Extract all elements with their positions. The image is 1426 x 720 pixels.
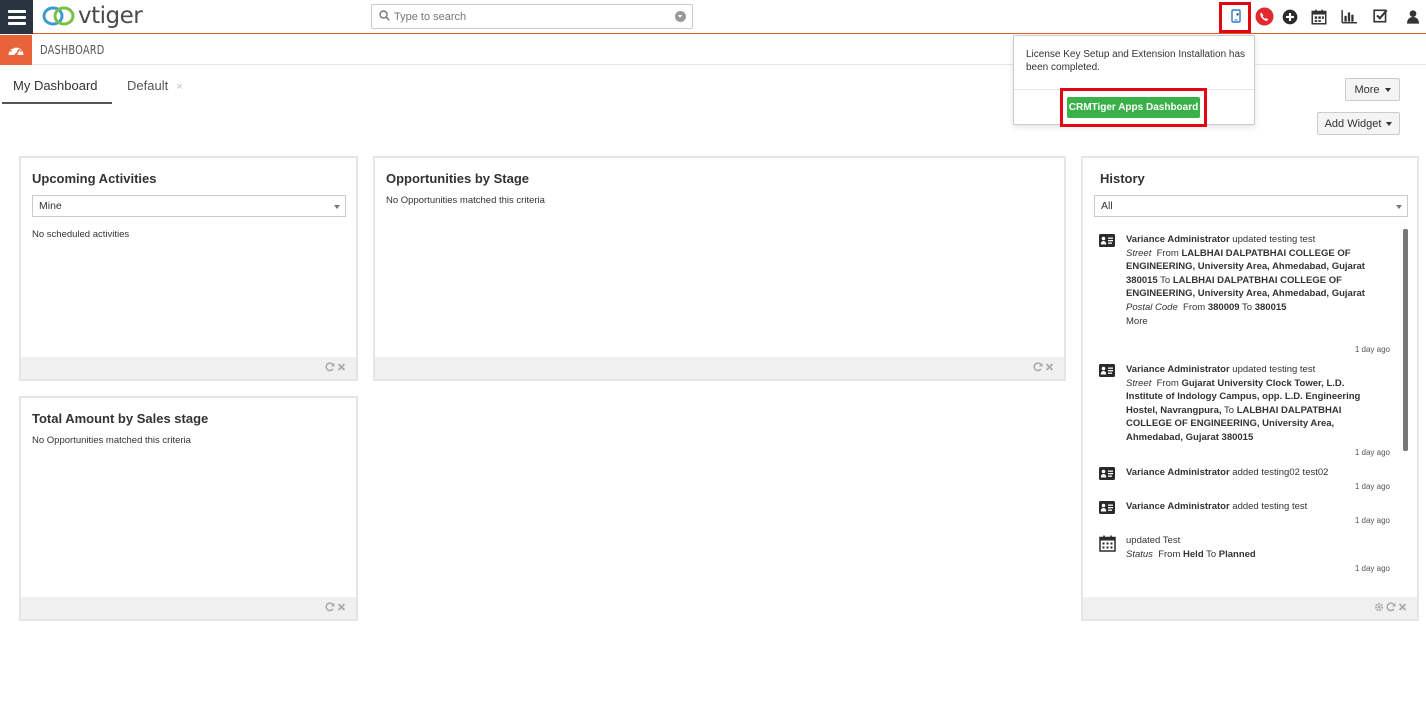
- widget-footer: [21, 357, 356, 379]
- total-amount-by-sales-stage-widget: Total Amount by Sales stage No Opportuni…: [19, 396, 358, 621]
- tab-my-dashboard[interactable]: My Dashboard: [2, 78, 112, 104]
- tab-label: My Dashboard: [13, 78, 98, 93]
- add-widget-button[interactable]: Add Widget: [1317, 112, 1400, 135]
- empty-message: No Opportunities matched this criteria: [32, 435, 191, 446]
- history-timestamp: 1 day ago: [1354, 448, 1390, 457]
- history-timestamp: 1 day ago: [1354, 345, 1390, 354]
- history-user[interactable]: Variance Administrator: [1126, 501, 1230, 512]
- widget-footer: [375, 357, 1064, 379]
- logo-mark-icon: [42, 6, 75, 26]
- popup-message: License Key Setup and Extension Installa…: [1026, 49, 1246, 73]
- tab-default[interactable]: Default ×: [127, 78, 183, 104]
- calendar-icon[interactable]: [1311, 9, 1327, 25]
- history-item: Variance Administrator added testing tes…: [1099, 500, 1390, 525]
- tasks-icon[interactable]: [1373, 8, 1389, 24]
- close-tab-icon[interactable]: ×: [176, 81, 182, 93]
- history-user[interactable]: Variance Administrator: [1126, 234, 1230, 245]
- history-scrollbar[interactable]: [1403, 229, 1408, 451]
- phone-icon[interactable]: [1255, 7, 1274, 26]
- widget-title: Opportunities by Stage: [386, 171, 530, 186]
- refresh-icon[interactable]: [325, 362, 335, 372]
- widget-title: Upcoming Activities: [32, 171, 157, 186]
- widget-footer: [1083, 597, 1417, 619]
- speedometer-icon: [8, 46, 24, 57]
- refresh-icon[interactable]: [1033, 362, 1043, 372]
- license-notification-popup: License Key Setup and Extension Installa…: [1013, 35, 1255, 127]
- history-user[interactable]: Variance Administrator: [1126, 467, 1230, 478]
- crmtiger-apps-dashboard-button[interactable]: CRMTiger Apps Dashboard: [1067, 97, 1200, 118]
- global-search[interactable]: [371, 4, 693, 29]
- add-icon[interactable]: [1282, 9, 1298, 25]
- history-user[interactable]: Variance Administrator: [1126, 364, 1230, 375]
- settings-icon[interactable]: [1374, 602, 1384, 612]
- close-icon[interactable]: [337, 362, 346, 372]
- top-navbar: vtiger: [0, 0, 1426, 34]
- caret-down-icon: [1384, 87, 1391, 92]
- more-button[interactable]: More: [1345, 78, 1400, 101]
- history-timestamp: 1 day ago: [1354, 482, 1390, 491]
- history-item: Variance Administrator updated testing t…: [1099, 233, 1390, 354]
- history-timestamp: 1 day ago: [1354, 516, 1390, 525]
- dropdown-arrow-icon: [1396, 205, 1402, 209]
- user-icon[interactable]: [1405, 9, 1421, 25]
- history-item: updated Test Status From Held To Planned…: [1099, 534, 1390, 573]
- logo-text: vtiger: [78, 3, 143, 29]
- dropdown-arrow-icon: [334, 205, 340, 209]
- app-menu-button[interactable]: [0, 0, 33, 34]
- contact-card-icon: [1099, 234, 1115, 247]
- refresh-icon[interactable]: [1386, 602, 1396, 612]
- contact-card-icon: [1099, 501, 1115, 514]
- owner-filter-select[interactable]: Mine: [32, 195, 346, 217]
- module-title: DASHBOARD: [40, 43, 105, 57]
- close-icon[interactable]: [337, 602, 346, 612]
- empty-message: No Opportunities matched this criteria: [386, 195, 545, 206]
- history-widget: History All Variance Administrator updat…: [1081, 156, 1419, 621]
- calendar-icon: [1099, 535, 1116, 552]
- history-timestamp: 1 day ago: [1354, 564, 1390, 573]
- close-icon[interactable]: [1045, 362, 1054, 372]
- tab-label: Default: [127, 78, 169, 93]
- empty-message: No scheduled activities: [32, 229, 130, 240]
- search-input[interactable]: [394, 8, 664, 26]
- contact-card-icon: [1099, 467, 1115, 480]
- extension-icon[interactable]: [1228, 8, 1244, 24]
- dashboard-module-icon[interactable]: [0, 35, 32, 65]
- close-icon[interactable]: [1398, 602, 1407, 612]
- widget-title: History: [1100, 171, 1145, 186]
- refresh-icon[interactable]: [325, 602, 335, 612]
- upcoming-activities-widget: Upcoming Activities Mine No scheduled ac…: [19, 156, 358, 381]
- hamburger-icon: [7, 9, 26, 13]
- widget-title: Total Amount by Sales stage: [32, 411, 209, 426]
- more-link[interactable]: More: [1126, 316, 1148, 327]
- caret-down-icon: [1386, 121, 1393, 126]
- search-icon: [379, 10, 390, 21]
- history-item: Variance Administrator added testing02 t…: [1099, 466, 1390, 491]
- opportunities-by-stage-widget: Opportunities by Stage No Opportunities …: [373, 156, 1066, 381]
- search-options-icon[interactable]: [675, 11, 686, 22]
- contact-card-icon: [1099, 364, 1115, 377]
- history-item: Variance Administrator updated testing t…: [1099, 363, 1390, 457]
- reports-icon[interactable]: [1341, 9, 1357, 25]
- vtiger-logo[interactable]: vtiger: [42, 2, 143, 30]
- history-filter-select[interactable]: All: [1094, 195, 1408, 217]
- widget-footer: [21, 597, 356, 619]
- popup-button-highlight: CRMTiger Apps Dashboard: [1060, 88, 1207, 127]
